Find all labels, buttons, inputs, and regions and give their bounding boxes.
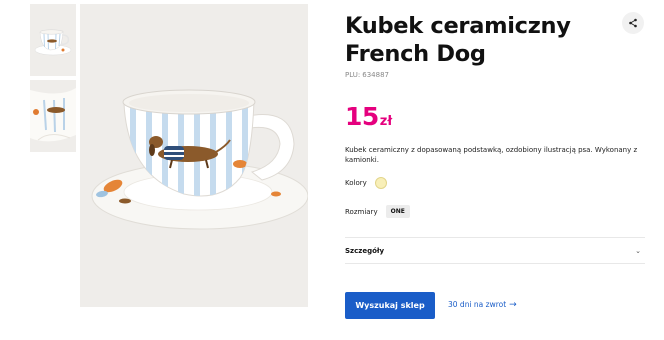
size-selector: Rozmiary ONE [345,205,410,218]
thumbnail-2[interactable] [30,80,76,152]
colors-label: Kolory [345,179,367,187]
price-value: 15 [345,102,379,131]
arrow-right-icon: → [509,300,517,310]
price-currency: zł [379,114,393,129]
product-title: Kubek ceramiczny French Dog [345,13,571,67]
cup-closeup-thumbnail-image [30,88,76,142]
returns-label: 30 dni na zwrot [448,300,507,309]
gallery-thumbnails [30,4,76,156]
size-option-one[interactable]: ONE [385,205,410,218]
color-selector: Kolory [345,177,387,189]
product-main-image[interactable] [80,4,308,307]
returns-link[interactable]: 30 dni na zwrot → [448,300,517,310]
chevron-down-icon: ⌄ [635,246,641,255]
plu-label: PLU: [345,71,361,79]
color-swatch-cream[interactable] [374,177,387,189]
thumbnail-1[interactable] [30,4,76,76]
product-price: 15zł [345,102,392,137]
product-description: Kubek ceramiczny z dopasowaną podstawką,… [345,146,638,164]
share-button[interactable] [622,12,644,34]
sizes-label: Rozmiary [345,207,378,216]
details-accordion[interactable]: Szczegóły ⌄ [345,237,645,264]
find-store-button[interactable]: Wyszukaj sklep [345,292,435,319]
plu-number: 634887 [362,71,389,79]
details-label: Szczegóły [345,246,385,255]
cup-and-saucer-illustration [91,89,308,230]
plu-code: PLU: 634887 [345,71,389,79]
cup-thumbnail-image [34,29,72,56]
share-icon [629,18,637,28]
